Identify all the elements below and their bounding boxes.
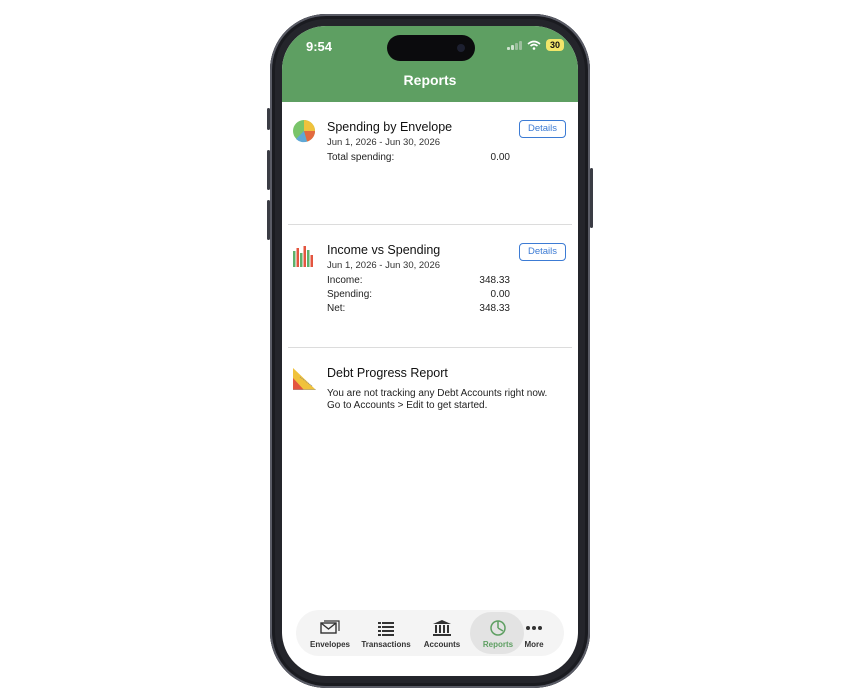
row-label: Net:: [327, 303, 346, 314]
wifi-icon: [527, 40, 541, 50]
row-value: 348.33: [479, 303, 510, 314]
income-details-button[interactable]: Details: [519, 243, 566, 261]
status-indicators: 30: [506, 39, 564, 51]
tab-label: More: [524, 640, 544, 649]
row-label: Total spending:: [327, 152, 395, 163]
pie-chart-icon: [293, 120, 315, 143]
section-title: Debt Progress Report: [327, 366, 448, 380]
row-label: Income:: [327, 275, 363, 286]
divider: [288, 224, 572, 225]
date-range: Jun 1, 2026 - Jun 30, 2026: [327, 260, 441, 271]
divider: [288, 347, 572, 348]
tab-accounts[interactable]: Accounts: [416, 610, 468, 656]
screen: 9:54 30 Reports Spending by Envelope Jun…: [282, 26, 578, 676]
debt-message-line-2: Go to Accounts > Edit to get started.: [327, 400, 488, 411]
tab-bar: Envelopes Transactions Accounts Reports …: [296, 610, 564, 656]
status-time: 9:54: [306, 39, 333, 54]
debt-message-line-1: You are not tracking any Debt Accounts r…: [327, 388, 548, 399]
spending-details-button[interactable]: Details: [519, 120, 566, 138]
action-button: [267, 108, 270, 130]
section-title: Income vs Spending: [327, 243, 441, 257]
camera-icon: [457, 44, 465, 52]
page-title: Reports: [403, 72, 457, 88]
debt-chart-icon: [293, 368, 316, 390]
nav-header: 9:54 30 Reports: [282, 26, 578, 102]
row-value: 0.00: [490, 152, 510, 163]
pie-chart-icon: [490, 620, 506, 636]
tab-label: Accounts: [423, 640, 461, 649]
tab-label: Transactions: [361, 640, 411, 649]
tab-envelopes[interactable]: Envelopes: [304, 610, 356, 656]
row-value: 0.00: [490, 289, 510, 300]
bank-icon: [433, 620, 451, 636]
spending-by-envelope-card: Spending by Envelope Jun 1, 2026 - Jun 3…: [288, 118, 572, 228]
debt-message: You are not tracking any Debt Accounts r…: [327, 388, 567, 412]
section-title: Spending by Envelope: [327, 120, 453, 134]
ellipsis-icon: [526, 626, 542, 630]
tab-more[interactable]: More: [508, 610, 560, 656]
row-label: Spending:: [327, 289, 373, 300]
row-value: 348.33: [479, 275, 510, 286]
battery-icon: 30: [545, 39, 564, 51]
list-icon: [378, 622, 394, 636]
bar-chart-icon: [293, 246, 313, 267]
volume-up-button: [267, 150, 270, 190]
tab-label: Envelopes: [309, 640, 350, 649]
volume-down-button: [267, 200, 270, 240]
envelopes-icon: [320, 620, 340, 634]
power-button: [590, 168, 593, 228]
cellular-signal-icon: [506, 40, 522, 50]
income-vs-spending-card: Income vs Spending Jun 1, 2026 - Jun 30,…: [288, 241, 572, 351]
date-range: Jun 1, 2026 - Jun 30, 2026: [327, 137, 441, 148]
tab-transactions[interactable]: Transactions: [360, 610, 412, 656]
